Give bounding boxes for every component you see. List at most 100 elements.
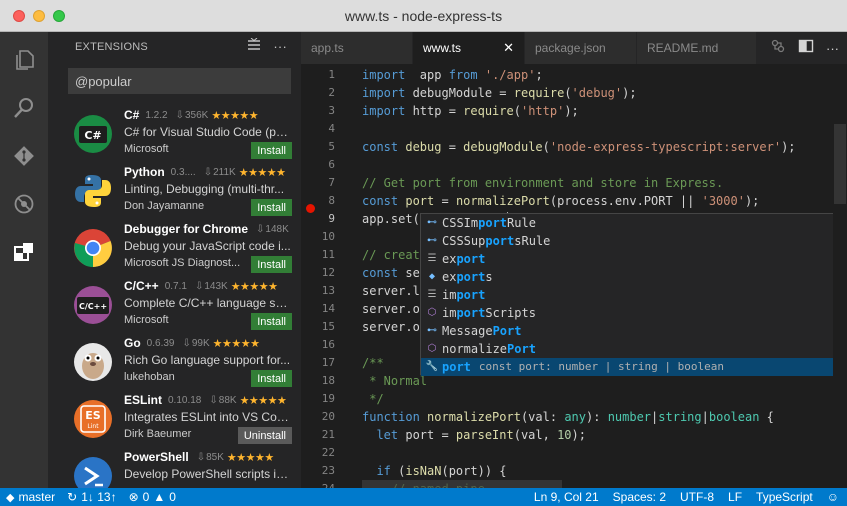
extension-publisher: Don Jayamanne bbox=[124, 200, 205, 212]
code-line[interactable]: // Get port from environment and store i… bbox=[362, 174, 723, 192]
extension-item[interactable]: ES Lint ESLint 0.10.18 ⇩ 88K ★★★★★ Integrates… bbox=[48, 389, 301, 446]
editor-actions: ··· bbox=[770, 32, 847, 64]
code-editor[interactable]: 1234567891011121314151617181920212223242… bbox=[301, 64, 847, 488]
code-line[interactable]: const ser bbox=[362, 264, 427, 282]
horizontal-scrollbar-thumb[interactable] bbox=[362, 480, 562, 488]
extension-item[interactable]: PowerShell ⇩ 85K ★★★★★ Develop PowerShell s… bbox=[48, 446, 301, 488]
tab-package-json[interactable]: package.json bbox=[525, 32, 637, 64]
extension-item[interactable]: C# C# 1.2.2 ⇩ 356K ★★★★★ C# for Visual Studi… bbox=[48, 104, 301, 161]
code-token: 'node-express-typescript:server' bbox=[549, 140, 782, 154]
suggestion-match: port bbox=[485, 234, 515, 248]
breakpoint-icon[interactable] bbox=[306, 204, 315, 213]
extensions-icon[interactable] bbox=[0, 228, 48, 276]
code-token: ); bbox=[781, 140, 796, 154]
problems-status[interactable]: ⊗ 0 ▲ 0 bbox=[129, 490, 176, 504]
code-token: ; bbox=[535, 68, 543, 82]
suggestion-item[interactable]: ⊷ Message Port bbox=[421, 322, 833, 340]
extensions-search-input[interactable]: @popular bbox=[68, 68, 291, 94]
extension-item[interactable]: C/C++ C/C++ 0.7.1 ⇩ 143K ★★★★★ Complete C/C+… bbox=[48, 275, 301, 332]
search-icon[interactable] bbox=[0, 84, 48, 132]
code-token: import bbox=[362, 68, 406, 82]
tab-readme-md[interactable]: README.md bbox=[637, 32, 757, 64]
suggestion-item[interactable]: ⊷ CSSSup port sRule bbox=[421, 232, 833, 250]
sync-icon: ↻ bbox=[67, 490, 78, 504]
tab-app-ts[interactable]: app.ts bbox=[301, 32, 413, 64]
suggestion-item[interactable]: 🔧 port const port: number | string | boole… bbox=[421, 358, 833, 376]
uninstall-button[interactable]: Uninstall bbox=[237, 427, 292, 444]
install-button[interactable]: Install bbox=[251, 313, 292, 330]
feedback-smiley-icon[interactable]: ☺ bbox=[827, 490, 839, 504]
code-token: import bbox=[362, 86, 406, 100]
install-button[interactable]: Install bbox=[251, 370, 292, 387]
vertical-scrollbar[interactable] bbox=[833, 64, 847, 488]
code-line[interactable]: const debug = debugModule('node-express-… bbox=[362, 138, 796, 156]
code-token: ); bbox=[564, 104, 579, 118]
extension-downloads: 99K bbox=[191, 337, 210, 349]
extension-description: Develop PowerShell scripts in... bbox=[124, 467, 292, 481]
suggestion-item[interactable]: ☰ ex port bbox=[421, 250, 833, 268]
scrollbar-thumb[interactable] bbox=[834, 124, 846, 204]
suggestion-post: s bbox=[485, 270, 493, 284]
cursor-position[interactable]: Ln 9, Col 21 bbox=[534, 490, 599, 504]
close-window-button[interactable] bbox=[13, 10, 25, 22]
line-number: 24 bbox=[301, 480, 335, 488]
extension-rating: ★★★★★ bbox=[226, 451, 274, 464]
search-value: @popular bbox=[75, 73, 132, 89]
code-line[interactable]: let port = parseInt(val, 10); bbox=[362, 426, 586, 444]
close-tab-icon[interactable]: ✕ bbox=[503, 40, 514, 56]
clear-extensions-icon[interactable] bbox=[247, 37, 261, 55]
code-line[interactable]: * Normal bbox=[362, 372, 427, 390]
suggestion-item[interactable]: ⬡ normalize Port bbox=[421, 340, 833, 358]
method-icon: ⬡ bbox=[427, 307, 437, 318]
code-line[interactable]: server.on bbox=[362, 300, 427, 318]
code-line[interactable]: import debugModule = require('debug'); bbox=[362, 84, 637, 102]
more-actions-icon[interactable]: ··· bbox=[273, 39, 287, 54]
explorer-icon[interactable] bbox=[0, 36, 48, 84]
code-line[interactable]: */ bbox=[362, 390, 383, 408]
sync-status[interactable]: ↻ 1↓ 13↑ bbox=[67, 490, 116, 504]
suggestion-item[interactable]: ⬡ im port Scripts bbox=[421, 304, 833, 322]
encoding[interactable]: UTF-8 bbox=[680, 490, 714, 504]
suggestion-item[interactable]: ◆ ex port s bbox=[421, 268, 833, 286]
end-of-line[interactable]: LF bbox=[728, 490, 742, 504]
more-editor-actions-icon[interactable]: ··· bbox=[826, 41, 839, 56]
code-token: from bbox=[448, 68, 478, 82]
warning-count: 0 bbox=[169, 490, 176, 504]
git-icon[interactable] bbox=[0, 132, 48, 180]
suggestion-item[interactable]: ☰ im port bbox=[421, 286, 833, 304]
open-changes-icon[interactable] bbox=[770, 38, 786, 59]
extension-version: 0.6.39 bbox=[146, 337, 175, 349]
extension-item[interactable]: Go 0.6.39 ⇩ 99K ★★★★★ Rich Go language suppo… bbox=[48, 332, 301, 389]
code-line[interactable]: function normalizePort(val: any): number… bbox=[362, 408, 774, 426]
code-token: (port)) { bbox=[441, 464, 507, 478]
language-mode[interactable]: TypeScript bbox=[756, 490, 813, 504]
git-branch[interactable]: ◆ master bbox=[6, 490, 55, 504]
suggestion-item[interactable]: ⊷ CSSIm port Rule bbox=[421, 214, 833, 232]
code-line[interactable]: server.on bbox=[362, 318, 427, 336]
minimize-window-button[interactable] bbox=[33, 10, 45, 22]
install-button[interactable]: Install bbox=[251, 142, 292, 159]
extension-item[interactable]: Debugger for Chrome ⇩ 148K Debug your Java… bbox=[48, 218, 301, 275]
tab-www-ts[interactable]: www.ts ✕ bbox=[413, 32, 525, 64]
code-line[interactable]: server.li bbox=[362, 282, 427, 300]
line-number: 22 bbox=[321, 446, 335, 459]
code-token: http = bbox=[405, 104, 464, 118]
chrome-logo-icon bbox=[73, 228, 113, 268]
code-line[interactable]: const port = normalizePort(process.env.P… bbox=[362, 192, 759, 210]
code-line[interactable]: import app from './app'; bbox=[362, 66, 543, 84]
horizontal-scrollbar[interactable] bbox=[362, 478, 832, 488]
suggestion-pre: CSSSup bbox=[442, 234, 486, 248]
code-line[interactable]: import http = require('http'); bbox=[362, 102, 579, 120]
split-editor-icon[interactable] bbox=[798, 38, 814, 59]
install-button[interactable]: Install bbox=[251, 199, 292, 216]
extension-publisher: Microsoft bbox=[124, 314, 169, 326]
download-icon: ⇩ bbox=[175, 109, 184, 121]
extension-item[interactable]: Python 0.3.... ⇩ 211K ★★★★★ Linting, Debuggi… bbox=[48, 161, 301, 218]
maximize-window-button[interactable] bbox=[53, 10, 65, 22]
debug-icon[interactable] bbox=[0, 180, 48, 228]
extension-rating: ★★★★★ bbox=[239, 394, 287, 407]
code-line[interactable]: /** bbox=[362, 354, 384, 372]
install-button[interactable]: Install bbox=[251, 256, 292, 273]
cpp-logo-text: C/C++ bbox=[79, 302, 107, 311]
indentation[interactable]: Spaces: 2 bbox=[613, 490, 666, 504]
